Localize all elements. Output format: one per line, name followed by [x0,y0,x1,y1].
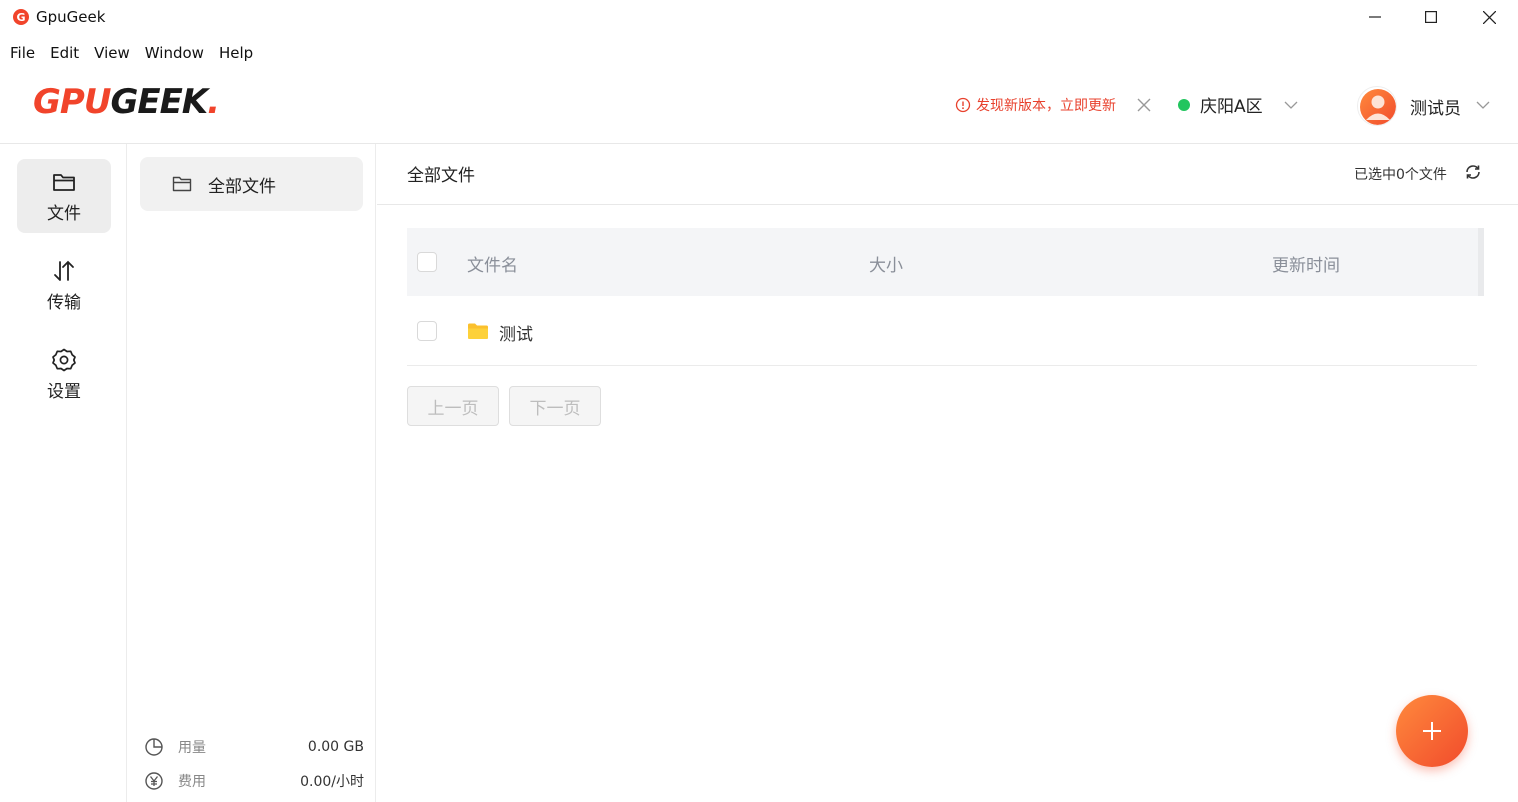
select-all-checkbox[interactable] [417,252,437,272]
folder-icon [172,176,192,192]
file-table: 文件名 大小 更新时间 测试 [407,228,1484,366]
file-name[interactable]: 测试 [499,320,533,345]
update-notice-text[interactable]: 发现新版本，立即更新 [976,95,1116,115]
menu-file[interactable]: File [10,44,35,62]
sidebar-item-transfer[interactable]: 传输 [17,248,111,322]
region-status-dot [1178,98,1190,111]
info-icon [955,97,971,113]
prev-page-button[interactable]: 上一页 [407,386,499,426]
user-avatar-icon [1360,89,1396,125]
table-row[interactable]: 测试 [407,296,1477,366]
close-icon [1482,10,1496,24]
chevron-down-icon[interactable] [1475,98,1491,112]
refresh-icon[interactable] [1464,163,1482,181]
gpugeek-app-icon: G [13,9,29,25]
sidebar-item-label: 设置 [47,381,81,402]
maximize-icon [1425,11,1437,23]
cost-value: 0.00/小时 [300,774,364,790]
cost-stat: 费用 0.00/小时 [144,770,364,792]
sidebar-nav: 文件 传输 设置 [0,144,127,802]
main-header: 全部文件 已选中0个文件 [377,144,1518,205]
sidebar-item-settings[interactable]: 设置 [17,337,111,411]
transfer-arrows-icon [54,260,74,281]
menu-window[interactable]: Window [145,44,204,62]
minimize-button[interactable] [1352,0,1398,34]
main-content: 全部文件 已选中0个文件 文件名 大小 更新时间 测试 上一页 下一页 [377,144,1518,802]
update-notice[interactable]: 发现新版本，立即更新 [955,95,1116,115]
folder-icon [53,173,75,191]
pie-chart-icon [145,738,163,756]
folder-all-files[interactable]: 全部文件 [140,157,363,211]
dismiss-update-icon[interactable] [1136,97,1152,113]
yen-coin-icon [145,772,163,790]
maximize-button[interactable] [1408,0,1454,34]
menu-view[interactable]: View [94,44,130,62]
plus-icon [1423,722,1441,740]
menu-edit[interactable]: Edit [50,44,79,62]
minimize-icon [1369,16,1381,18]
close-window-button[interactable] [1466,0,1512,34]
region-label: 庆阳A区 [1200,97,1263,117]
cost-label: 费用 [178,774,206,790]
app-header: GPUGEEK. 发现新版本，立即更新 庆阳A区 测试员 [0,70,1518,144]
gpugeek-logo: GPUGEEK. [33,82,220,122]
folder-panel: 全部文件 用量 0.00 GB 费用 0.00/小时 [127,144,376,802]
folder-icon [468,323,488,339]
column-header-name[interactable]: 文件名 [467,251,518,276]
page-title: 全部文件 [407,166,475,186]
gear-icon [52,348,76,371]
selected-count: 已选中0个文件 [1354,167,1447,183]
title-bar: G GpuGeek [0,0,1518,34]
svg-text:G: G [16,11,25,24]
usage-value: 0.00 GB [307,739,364,755]
column-header-size[interactable]: 大小 [869,251,903,276]
add-button[interactable] [1396,695,1468,767]
menu-help[interactable]: Help [219,44,253,62]
region-selector[interactable]: 庆阳A区 [1178,92,1263,117]
next-page-button[interactable]: 下一页 [509,386,601,426]
menu-bar: File Edit View Window Help [0,36,268,70]
column-header-updated[interactable]: 更新时间 [1272,251,1340,276]
user-name[interactable]: 测试员 [1410,94,1461,119]
chevron-down-icon[interactable] [1283,98,1299,112]
avatar[interactable] [1357,86,1397,126]
sidebar-item-label: 文件 [47,203,81,224]
table-header: 文件名 大小 更新时间 [407,228,1484,296]
window-title: GpuGeek [36,8,106,26]
folder-label: 全部文件 [208,176,276,197]
sidebar-item-files[interactable]: 文件 [17,159,111,233]
row-checkbox[interactable] [417,321,437,341]
sidebar-item-label: 传输 [47,292,81,313]
pagination: 上一页 下一页 [407,386,611,426]
usage-label: 用量 [178,740,206,756]
usage-stat: 用量 0.00 GB [144,736,364,758]
